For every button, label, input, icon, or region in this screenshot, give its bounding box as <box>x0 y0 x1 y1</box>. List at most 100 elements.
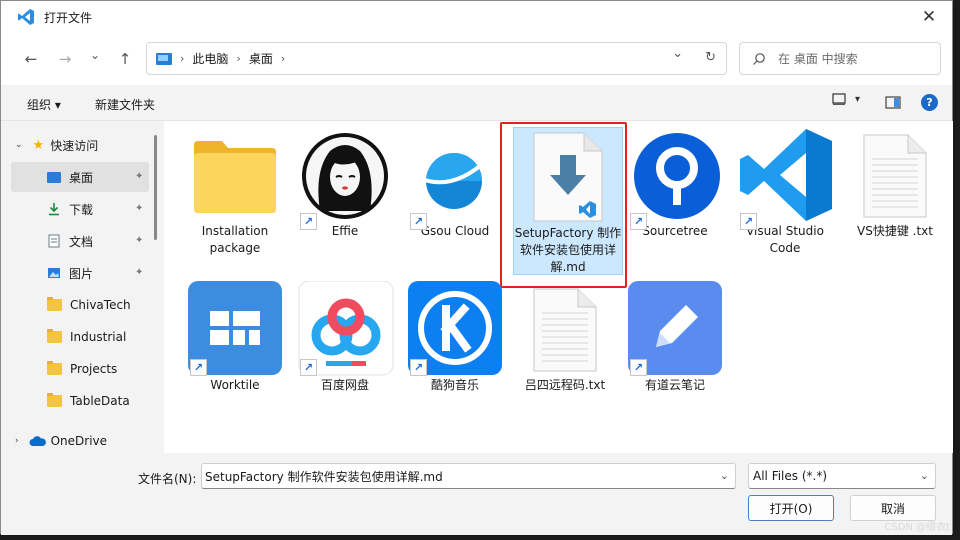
cloud-icon <box>29 435 46 446</box>
sidebar-item-desktop[interactable]: 桌面 ✦ <box>11 162 149 192</box>
title-bar: 打开文件 ✕ <box>1 1 952 33</box>
folder-icon <box>47 297 62 311</box>
filename-input[interactable]: SetupFactory 制作软件安装包使用详解.md ⌄ <box>201 463 736 489</box>
breadcrumb-separator[interactable]: › <box>281 52 285 65</box>
filetype-select[interactable]: All Files (*.*) ⌄ <box>748 463 936 489</box>
pin-icon[interactable]: ✦ <box>135 171 145 183</box>
address-bar[interactable]: › 此电脑 › 桌面 › ⌄ ↻ <box>146 42 727 75</box>
pin-icon[interactable]: ✦ <box>135 235 145 247</box>
recent-locations-button[interactable]: ⌄ <box>85 45 105 65</box>
preview-pane-icon[interactable] <box>885 96 901 109</box>
chevron-down-icon[interactable]: ⌄ <box>720 469 729 482</box>
sidebar-item-label: TableData <box>70 394 130 408</box>
sidebar-item-label: Industrial <box>70 330 127 344</box>
forward-button[interactable]: → <box>55 49 75 69</box>
sidebar-item-label: 桌面 <box>69 170 94 185</box>
folder-icon <box>47 329 62 343</box>
sidebar-item-industrial[interactable]: Industrial <box>11 322 149 352</box>
sidebar-item-onedrive[interactable]: › OneDrive <box>15 426 153 453</box>
breadcrumb-desktop[interactable]: 桌面 <box>249 50 273 67</box>
chevron-right-icon[interactable]: › <box>15 436 19 446</box>
breadcrumb-separator: › <box>180 52 185 65</box>
sidebar-item-chivatech[interactable]: ChivaTech <box>11 290 149 320</box>
filetype-value: All Files (*.*) <box>753 469 828 483</box>
star-icon: ★ <box>32 137 45 153</box>
watermark-text: CSDN @缀衣t <box>884 522 950 533</box>
file-item[interactable]: ↗ Effie <box>290 131 400 271</box>
sidebar-item-label: OneDrive <box>50 434 108 448</box>
breadcrumb-this-pc[interactable]: 此电脑 <box>192 50 228 67</box>
filename-label: 文件名(N): <box>138 472 197 486</box>
sidebar-item-tabledata[interactable]: TableData <box>11 386 149 416</box>
chevron-down-icon[interactable]: ⌄ <box>920 469 929 482</box>
shortcut-arrow-icon: ↗ <box>300 359 317 376</box>
search-placeholder: 在 桌面 中搜索 <box>778 52 858 66</box>
sidebar-item-pictures[interactable]: 图片 ✦ <box>11 258 149 288</box>
document-icon <box>48 234 60 248</box>
arrow-right-icon: → <box>58 50 72 68</box>
file-item[interactable]: ↗ Gsou Cloud <box>400 131 510 271</box>
sidebar-item-projects[interactable]: Projects <box>11 354 149 384</box>
sidebar-item-label: Projects <box>70 362 118 376</box>
gsou-cloud-icon <box>421 149 494 209</box>
pin-icon[interactable]: ✦ <box>135 203 145 215</box>
sidebar-item-documents[interactable]: 文档 ✦ <box>11 226 149 256</box>
vscode-app-icon <box>18 9 34 25</box>
pc-icon <box>156 52 172 65</box>
sidebar-item-label: 图片 <box>69 266 94 281</box>
shortcut-arrow-icon: ↗ <box>630 213 647 230</box>
refresh-icon[interactable]: ↻ <box>705 50 716 65</box>
shortcut-arrow-icon: ↗ <box>740 213 757 230</box>
command-bar: 组织 ▾ 新建文件夹 ▾ ? <box>1 85 952 121</box>
open-button[interactable]: 打开(O) <box>748 495 834 521</box>
up-button[interactable]: ↑ <box>115 49 135 69</box>
file-item[interactable]: 吕四远程码.txt <box>510 281 620 401</box>
view-dropdown-icon[interactable]: ▾ <box>855 94 860 105</box>
close-icon: ✕ <box>921 7 937 27</box>
address-actions: ⌄ ↻ <box>672 46 716 65</box>
close-button[interactable]: ✕ <box>906 1 952 33</box>
breadcrumb-separator[interactable]: › <box>236 52 240 65</box>
folder-icon <box>194 141 276 213</box>
chevron-down-icon: ⌄ <box>89 48 101 62</box>
file-item-selected[interactable]: SetupFactory 制作软件安装包使用详解.md <box>513 131 623 281</box>
text-file-icon <box>863 134 927 218</box>
sidebar-item-downloads[interactable]: 下载 ✦ <box>11 194 149 224</box>
folder-icon <box>47 361 62 375</box>
file-item[interactable]: ↗ Visual Studio Code <box>730 129 840 271</box>
shortcut-arrow-icon: ↗ <box>630 359 647 376</box>
file-item[interactable]: ↗ Worktile <box>180 281 290 401</box>
search-icon <box>753 52 765 65</box>
sidebar-scrollbar[interactable] <box>154 135 157 240</box>
sidebar-item-label: 文档 <box>69 234 94 249</box>
sidebar-item-label: 下载 <box>69 202 94 217</box>
download-icon <box>49 203 59 216</box>
shortcut-arrow-icon: ↗ <box>190 359 207 376</box>
file-item[interactable]: Installation package <box>180 131 290 271</box>
markdown-file-icon <box>533 132 603 222</box>
file-item[interactable]: ↗ 有道云笔记 <box>620 281 730 401</box>
view-icon <box>832 93 846 105</box>
sidebar-item-quick-access[interactable]: ⌄ ★ 快速访问 <box>15 130 153 160</box>
open-file-dialog: 打开文件 ✕ ← → ⌄ ↑ › 此电脑 › 桌面 › ⌄ ↻ 在 桌面 中搜索… <box>0 0 953 535</box>
text-file-icon <box>533 288 597 372</box>
file-item[interactable]: ↗ 百度网盘 <box>290 281 400 401</box>
view-options[interactable]: ▾ <box>832 93 860 105</box>
chevron-down-icon[interactable]: ⌄ <box>15 140 23 150</box>
file-list: Installation package ↗ Effie ↗ Gsou Clou… <box>164 121 953 453</box>
new-folder-button[interactable]: 新建文件夹 <box>95 96 155 113</box>
shortcut-arrow-icon: ↗ <box>410 213 427 230</box>
file-item[interactable]: ↗ 酷狗音乐 <box>400 281 510 401</box>
help-button[interactable]: ? <box>921 94 938 111</box>
search-box[interactable]: 在 桌面 中搜索 <box>739 42 941 75</box>
file-item[interactable]: ↗ Sourcetree <box>620 131 730 271</box>
back-button[interactable]: ← <box>21 49 41 69</box>
file-item[interactable]: VS快捷键 .txt <box>840 131 950 271</box>
background-editor <box>952 0 960 540</box>
organize-button[interactable]: 组织 ▾ <box>27 96 61 113</box>
arrow-up-icon: ↑ <box>118 50 132 68</box>
pin-icon[interactable]: ✦ <box>135 267 145 279</box>
sidebar-item-label: ChivaTech <box>70 298 131 312</box>
navigation-pane: ⌄ ★ 快速访问 桌面 ✦ 下载 ✦ 文档 ✦ 图片 ✦ ChivaTech I… <box>1 121 161 453</box>
address-dropdown-icon[interactable]: ⌄ <box>672 46 683 65</box>
